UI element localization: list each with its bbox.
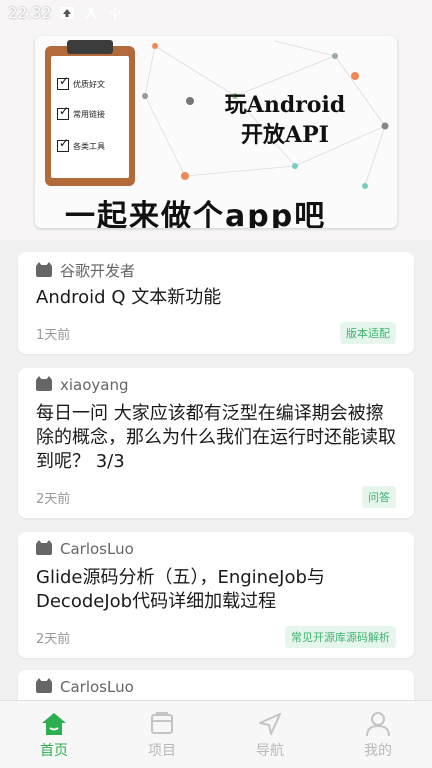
author-name: 谷歌开发者 [60,262,136,280]
checkbox-icon [57,104,69,120]
nav-label-home: 首页 [40,743,68,759]
article-title[interactable]: Android Q 文本新功能 [36,286,398,310]
checkbox-icon [57,136,69,152]
nav-item-home[interactable]: 首页 [0,701,108,768]
bottom-navigation: 首页 项目 导航 我的 [0,700,432,768]
clipboard-illustration: 优质好文 常用链接 各类工具 [45,40,135,186]
author-name: CarlosLuo [60,540,134,558]
user-icon [366,712,390,737]
android-icon [36,678,52,693]
author-name: xiaoyang [60,376,129,394]
article-time: 2天前 [36,632,71,647]
author-row: CarlosLuo [36,540,134,558]
article-tag[interactable]: 常见开源库源码解析 [285,626,396,648]
android-icon [36,261,52,277]
status-bar: 22:32 [0,0,432,26]
home-icon [42,713,66,735]
checkbox-icon [57,74,69,90]
nav-label-navigation: 导航 [256,743,284,759]
author-name: CarlosLuo [60,678,134,696]
banner-slogan: 一起来做个app吧 [65,199,327,228]
status-time: 22:32 [8,4,52,22]
author-row: 谷歌开发者 [36,260,135,281]
article-tag[interactable]: 版本适配 [340,322,396,344]
article-title[interactable]: Glide源码分析（五），EngineJob与DecodeJob代码详细加载过程 [36,566,398,614]
checklist-item: 优质好文 [57,74,105,90]
android-icon [36,376,52,391]
nav-item-mine[interactable]: 我的 [324,701,432,768]
banner-card[interactable]: 优质好文 常用链接 各类工具 玩Android 开放API 一起来做个app吧 [35,36,397,228]
article-card[interactable]: CarlosLuo Glide源码分析（五），EngineJob与DecodeJ… [18,532,414,658]
nav-item-navigation[interactable]: 导航 [216,701,324,768]
navigation-icon [259,713,281,735]
article-title[interactable]: 每日一问 大家应该都有泛型在编译期会被擦除的概念，那么为什么我们在运行时还能读取… [36,402,398,474]
article-time: 1天前 [36,328,71,343]
author-row: CarlosLuo [36,678,134,696]
project-icon [151,712,173,734]
clipboard-paper: 优质好文 常用链接 各类工具 [51,56,129,178]
usb-tether-icon [85,7,98,19]
clipboard-clip [67,40,113,54]
banner-title: 玩Android 开放API [224,92,346,148]
article-tag[interactable]: 问答 [362,486,396,508]
nav-item-project[interactable]: 项目 [108,701,216,768]
nav-label-mine: 我的 [364,743,392,759]
author-row: xiaoyang [36,376,129,394]
article-time: 2天前 [36,492,71,507]
nav-label-project: 项目 [148,743,176,759]
checklist-item: 各类工具 [57,136,105,152]
usb-icon [110,7,121,19]
article-card[interactable]: xiaoyang 每日一问 大家应该都有泛型在编译期会被擦除的概念，那么为什么我… [18,368,414,518]
checklist-item: 常用链接 [57,104,105,120]
banner[interactable]: 优质好文 常用链接 各类工具 玩Android 开放API 一起来做个app吧 [0,0,432,240]
notification-icon [60,7,75,19]
android-icon [36,540,52,555]
article-card[interactable]: 谷歌开发者 Android Q 文本新功能 1天前 版本适配 [18,252,414,354]
